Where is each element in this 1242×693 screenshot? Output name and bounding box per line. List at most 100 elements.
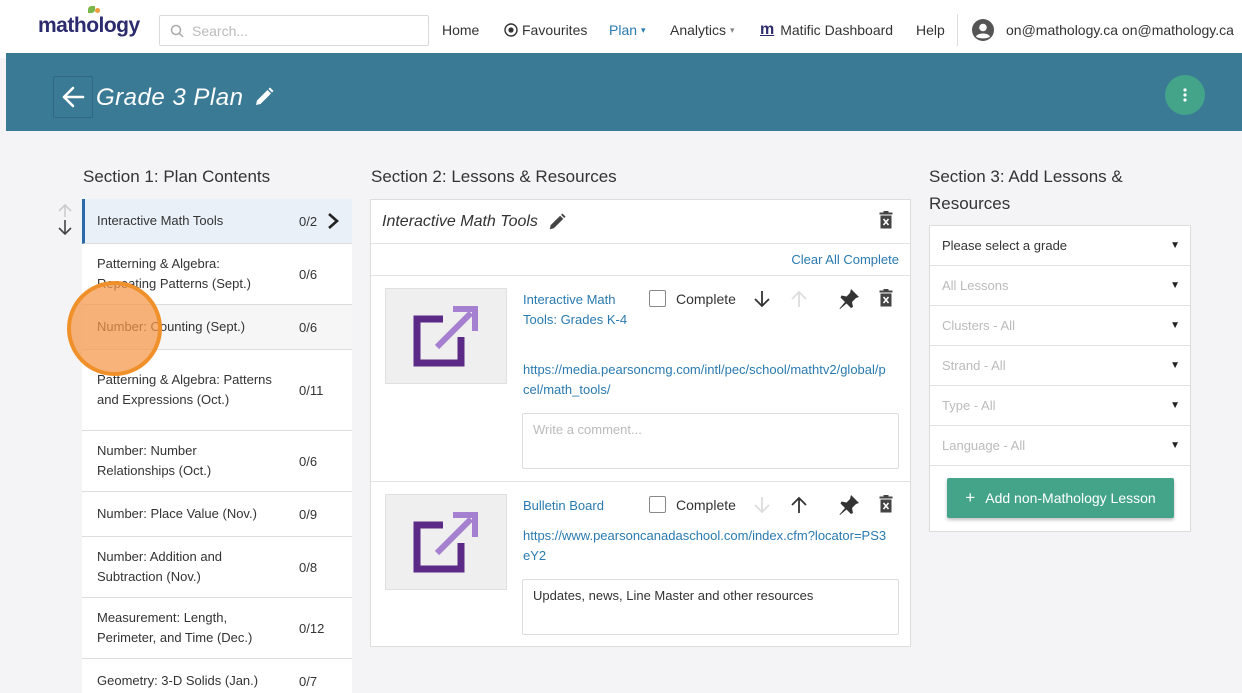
language-select-value: Language - All — [942, 438, 1026, 453]
search-box[interactable] — [159, 15, 429, 46]
pin-icon[interactable] — [838, 494, 860, 516]
grade-select-value: Please select a grade — [942, 238, 1068, 253]
lessons-resources-panel: Interactive Math Tools Clear All Complet… — [370, 199, 911, 647]
resource-name-link[interactable]: Interactive Math Tools: Grades K-4 — [523, 290, 633, 330]
plan-item[interactable]: Number: Addition and Subtraction (Nov.) … — [82, 537, 352, 598]
plan-title: Grade 3 Plan — [96, 84, 244, 111]
plan-item-label: Number: Place Value (Nov.) — [97, 506, 257, 521]
caret-down-icon: ▼ — [1170, 400, 1180, 411]
external-link-icon — [413, 512, 478, 573]
clusters-select[interactable]: Clusters - All ▼ — [930, 306, 1190, 346]
nav-analytics-label: Analytics — [670, 22, 727, 38]
plan-item[interactable]: Patterning & Algebra: Patterns and Expre… — [82, 350, 352, 431]
checkbox-box[interactable] — [649, 290, 666, 307]
mathology-logo[interactable]: mathology — [38, 6, 141, 38]
caret-down-icon: ▼ — [1170, 240, 1180, 251]
nav-analytics-menu[interactable]: Analytics ▾ — [670, 22, 735, 38]
pencil-icon — [256, 87, 274, 105]
resource-thumbnail[interactable] — [385, 288, 507, 384]
add-lessons-panel: Please select a grade ▼ All Lessons ▼ Clus… — [929, 225, 1191, 532]
plan-item[interactable]: Number: Counting (Sept.) 0/6 — [82, 305, 352, 350]
complete-checkbox[interactable]: Complete — [649, 290, 736, 307]
external-link-icon — [413, 306, 478, 367]
comment-field[interactable]: Write a comment... — [522, 413, 899, 469]
plan-item[interactable]: Interactive Math Tools 0/2 — [82, 199, 352, 244]
plan-item-label: Patterning & Algebra: Repeating Patterns… — [97, 256, 251, 291]
caret-down-icon: ▼ — [1170, 360, 1180, 371]
plan-item-label: Patterning & Algebra: Patterns and Expre… — [97, 372, 272, 407]
comment-field[interactable]: Updates, news, Line Master and other res… — [522, 579, 899, 635]
nav-help-link[interactable]: Help — [916, 22, 945, 38]
nav-home-link[interactable]: Home — [442, 22, 479, 38]
logo-text-start: math — [38, 14, 87, 37]
top-navigation-bar: mathology Home Favourites Plan▾ Analytic… — [0, 0, 1242, 58]
plan-item-label: Number: Counting (Sept.) — [97, 319, 246, 334]
chevron-right-icon[interactable] — [327, 212, 339, 230]
plan-item[interactable]: Patterning & Algebra: Repeating Patterns… — [82, 244, 352, 305]
nav-favourites-link[interactable]: Favourites — [504, 22, 587, 38]
resource-url-link[interactable]: https://www.pearsoncanadaschool.com/inde… — [523, 526, 888, 566]
pencil-icon[interactable] — [548, 213, 566, 231]
delete-icon[interactable] — [879, 211, 893, 229]
resource-thumbnail[interactable] — [385, 494, 507, 590]
plan-item[interactable]: Number: Number Relationships (Oct.) 0/6 — [82, 431, 352, 492]
lessons-select[interactable]: All Lessons ▼ — [930, 266, 1190, 306]
user-email: on@mathology.ca on@mathology.ca — [1006, 22, 1234, 38]
edit-title-button[interactable] — [254, 87, 274, 112]
search-icon — [170, 24, 184, 38]
search-input[interactable] — [192, 22, 412, 39]
add-button-label: Add non-Mathology Lesson — [985, 490, 1156, 506]
lessons-select-value: All Lessons — [942, 278, 1009, 293]
plan-item[interactable]: Number: Place Value (Nov.) 0/9 — [82, 492, 352, 537]
section3-title: Section 3: Add Lessons & Resources — [929, 167, 1123, 213]
plan-item-count: 0/6 — [299, 266, 318, 282]
plan-item[interactable]: Geometry: 3-D Solids (Jan.) 0/7 — [82, 659, 352, 693]
nav-divider — [957, 14, 958, 46]
checkbox-box[interactable] — [649, 496, 666, 513]
nav-plan-menu[interactable]: Plan ▾ — [609, 22, 646, 38]
type-select-value: Type - All — [942, 398, 996, 413]
move-down-icon — [754, 497, 770, 514]
logo-text-end: logy — [98, 14, 141, 37]
delete-icon[interactable] — [879, 289, 893, 307]
resource-name-link[interactable]: Bulletin Board — [523, 496, 633, 516]
complete-label: Complete — [676, 290, 736, 307]
plan-item-label: Number: Addition and Subtraction (Nov.) — [97, 549, 223, 584]
move-up-icon[interactable] — [790, 496, 808, 514]
pin-icon[interactable] — [838, 288, 860, 310]
clear-all-complete-link[interactable]: Clear All Complete — [791, 252, 899, 267]
logo-text-o: o — [86, 6, 101, 37]
complete-checkbox[interactable]: Complete — [649, 496, 736, 513]
caret-down-icon: ▼ — [1170, 320, 1180, 331]
section2-title: Section 2: Lessons & Resources — [371, 167, 617, 186]
nav-matific-link[interactable]: m Matific Dashboard — [760, 22, 894, 39]
section1-title: Section 1: Plan Contents — [83, 167, 271, 186]
nav-matific-label: Matific Dashboard — [780, 22, 894, 38]
nav-plan-label: Plan — [609, 22, 638, 38]
plan-item-label: Interactive Math Tools — [97, 213, 224, 228]
move-up-icon[interactable] — [57, 203, 73, 219]
add-non-mathology-lesson-button[interactable]: + Add non-Mathology Lesson — [947, 478, 1174, 518]
caret-down-icon: ▼ — [1170, 440, 1180, 451]
panel-header: Interactive Math Tools — [371, 200, 910, 244]
plan-item-count: 0/8 — [299, 559, 318, 575]
plan-item-count: 0/6 — [299, 319, 318, 335]
strand-select[interactable]: Strand - All ▼ — [930, 346, 1190, 386]
plan-item[interactable]: Measurement: Length, Perimeter, and Time… — [82, 598, 352, 659]
grade-select[interactable]: Please select a grade ▼ — [930, 226, 1190, 266]
type-select[interactable]: Type - All ▼ — [930, 386, 1190, 426]
move-down-icon[interactable] — [753, 290, 771, 308]
nav-favourites-label: Favourites — [522, 22, 588, 38]
back-button[interactable] — [53, 76, 93, 118]
user-account-menu[interactable]: on@mathology.ca on@mathology.ca — [972, 19, 1234, 41]
plan-item-count: 0/7 — [299, 673, 318, 689]
language-select[interactable]: Language - All ▼ — [930, 426, 1190, 466]
caret-down-icon: ▾ — [730, 24, 735, 35]
delete-icon[interactable] — [879, 495, 893, 513]
move-down-icon[interactable] — [57, 219, 73, 237]
resource-url-link[interactable]: https://media.pearsoncmg.com/intl/pec/sc… — [523, 360, 888, 400]
user-avatar-icon — [972, 19, 994, 41]
plan-item-count: 0/11 — [299, 382, 324, 398]
plan-options-button[interactable] — [1165, 75, 1205, 115]
resource-card: Interactive Math Tools: Grades K-4 Compl… — [371, 276, 910, 481]
